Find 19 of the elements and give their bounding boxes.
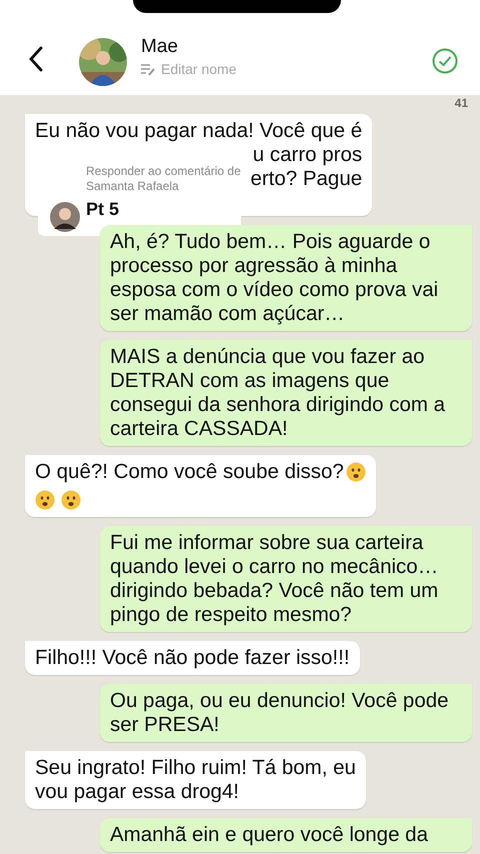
message-count: 41: [454, 97, 468, 105]
message-text: Amanhã ein e quero você longe da: [110, 823, 428, 847]
message-text: Ou paga, ou eu denuncio! Você pode ser PRESA!: [110, 689, 449, 737]
reply-title: Pt 5: [86, 198, 120, 221]
contact-name: Mae: [141, 35, 179, 59]
message-text: Ah, é? Tudo bem… Pois aguarde o processo por agressão à minha esposa com o vídeo como prova vai ser mamão com açúcar…: [110, 230, 438, 326]
avatar-icon: [50, 202, 80, 232]
message-text: Fui me informar sobre sua carteira quando levei o carro no mecânico… dirigindo bebada? Você não tem um pingo de respeito mesmo?: [110, 531, 438, 627]
message-text: Seu ingrato! Filho ruim! Tá bom, eu vou pagar essa drog4!: [35, 756, 356, 804]
edit-name-link[interactable]: Editar nome: [161, 59, 236, 80]
message-text: Filho!!! Você não pode fazer isso!!!: [35, 646, 350, 670]
edit-icon: [141, 63, 156, 76]
reply-prompt: Responder ao comentário de Samanta Rafaela: [86, 164, 241, 194]
sad-emoji-icon: [61, 490, 81, 510]
message-text: Eu não vou pagar nada! Você que é: [35, 119, 362, 143]
message-text: u carro pros erto? Pague: [250, 143, 362, 191]
message-text: MAIS a denúncia que vou fazer ao DETRAN com as imagens que consegui da senhora dirigindo com a carteira CASSADA!: [110, 345, 446, 441]
sad-emoji-icon: [35, 490, 55, 510]
message-text: O quê?! Como você soube disso?: [35, 460, 344, 484]
